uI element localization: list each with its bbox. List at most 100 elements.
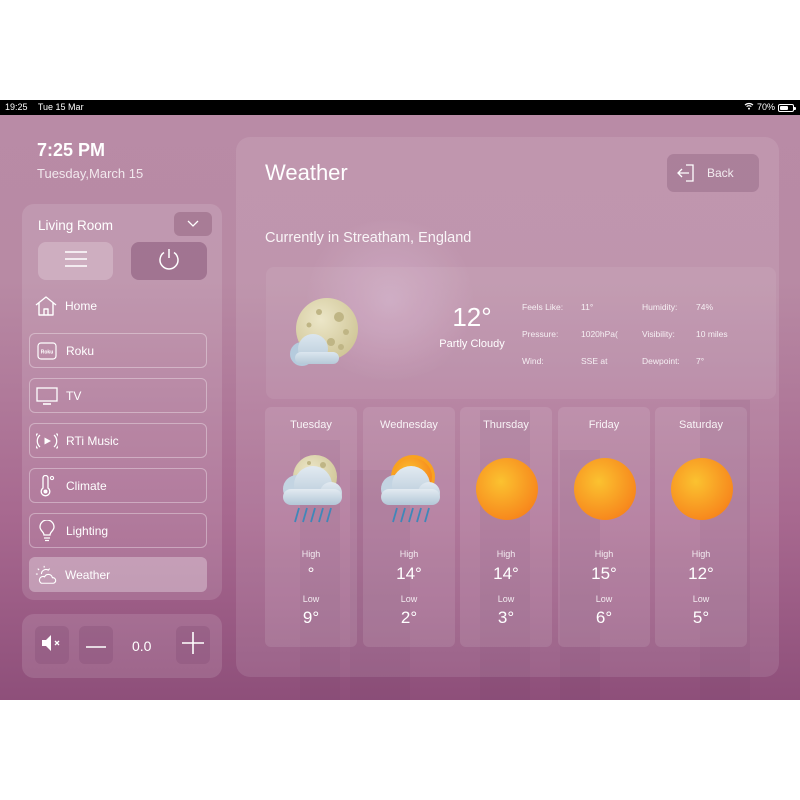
forecast-low-value: 2° [400,608,418,627]
forecast-low-label: Low [400,594,418,604]
nav-item-roku[interactable]: Roku Roku [29,333,207,368]
power-icon [157,247,181,276]
volume-value: 0.0 [132,638,152,654]
nav-item-weather[interactable]: Weather [29,557,207,592]
nav-label: Climate [66,478,107,493]
status-time: 19:25 [5,102,28,112]
detail-label: Wind: [522,356,544,366]
forecast-high-value: ° [307,564,315,583]
forecast-day-name: Thursday [483,419,529,431]
moon-cloud-icon [290,298,358,366]
forecast-day-card: Saturday High 12° Low 5° [655,407,747,647]
chevron-down-icon [187,215,199,233]
nav-label: TV [66,388,82,403]
forecast-high-label: High [399,549,419,559]
nav-label: Home [65,298,98,313]
forecast-low-value: 5° [692,608,710,627]
hamburger-icon [64,250,87,273]
nav-item-home[interactable]: Home [29,288,207,323]
detail-value: 10 miles [696,329,728,339]
detail-label: Feels Like: [522,302,564,312]
room-dropdown-button[interactable] [174,212,212,236]
forecast-low-label: Low [302,594,320,604]
room-name: Living Room [38,218,114,233]
page-title: Weather [265,160,348,185]
current-conditions: 12° Partly Cloudy Feels Like: 11° Humidi… [266,267,776,399]
mute-button[interactable] [35,626,69,664]
exit-arrow-icon [677,164,695,182]
forecast-day-name: Tuesday [290,419,332,431]
battery-fill [780,105,789,110]
forecast-high-value: 15° [591,564,617,583]
forecast-day-card: Thursday High 14° Low 3° [460,407,552,647]
forecast-high-value: 14° [493,564,519,583]
forecast-high-value: 14° [396,564,422,583]
forecast-day-name: Saturday [678,419,724,431]
svg-text:Roku: Roku [41,349,54,355]
forecast-low-label: Low [595,594,613,604]
forecast-low-value: 3° [497,608,515,627]
battery-icon [778,103,796,112]
detail-value: 1020hPa( [581,329,618,339]
app-screen: 19:25 Tue 15 Mar 70% 7:25 PM Tuesday,Mar… [0,100,800,700]
nav-label: Roku [66,343,95,358]
wifi-icon [744,100,754,115]
forecast-day-card: Tuesday High ° Low 9° [265,407,357,647]
weather-icon [35,564,57,586]
detail-value: 7° [696,356,705,366]
volume-up-button[interactable] [176,626,210,664]
roku-icon: Roku [36,340,58,362]
detail-label: Humidity: [642,302,678,312]
status-date: Tue 15 Mar [37,102,84,112]
detail-value: 74% [696,302,714,312]
menu-button[interactable] [38,242,113,280]
weather-panel: Weather Back Currently in Streatham, Eng… [236,137,779,677]
forecast-high-value: 12° [688,564,714,583]
forecast-low-label: Low [692,594,710,604]
back-button[interactable]: Back [667,154,759,192]
minus-icon [86,636,106,654]
mute-icon [41,634,63,657]
detail-value: 11° [581,302,594,312]
status-bar: 19:25 Tue 15 Mar 70% [0,100,800,115]
nav-item-climate[interactable]: Climate [29,468,207,503]
forecast-day-name: Wednesday [380,419,438,431]
music-icon [36,430,58,452]
nav-item-tv[interactable]: TV [29,378,207,413]
detail-value: SSE at [581,356,608,366]
thermometer-icon [36,474,58,497]
forecast-high-label: High [496,549,516,559]
volume-down-button[interactable] [79,626,113,664]
nav-item-rti-music[interactable]: RTi Music [29,423,207,458]
forecast-low-label: Low [497,594,515,604]
detail-label: Pressure: [522,329,559,339]
forecast-high-label: High [594,549,614,559]
detail-label: Visibility: [642,329,675,339]
nav-label: Lighting [66,523,109,538]
nav-label: Weather [65,567,111,582]
tv-icon [36,385,58,407]
lightbulb-icon [36,519,58,542]
plus-icon [182,631,204,659]
clock-date: Tuesday,March 15 [37,166,144,181]
nav-item-lighting[interactable]: Lighting [29,513,207,548]
power-button[interactable] [131,242,207,280]
forecast-low-value: 9° [302,608,320,627]
location-text: Currently in Streatham, England [265,230,472,246]
battery-percent: 70% [756,102,775,112]
detail-label: Dewpoint: [642,356,680,366]
forecast-day-name: Friday [588,419,620,431]
nav-label: RTi Music [66,433,119,448]
forecast-high-label: High [301,549,321,559]
current-temperature: 12° [452,302,492,332]
current-condition: Partly Cloudy [439,338,505,350]
forecast-low-value: 6° [595,608,613,627]
volume-panel: 0.0 [22,614,222,678]
forecast-day-card: Wednesday High 14° Low 2° [363,407,455,647]
home-icon [35,295,57,317]
room-panel: Living Room Home Roku Roku TV RTi Music [22,204,222,600]
forecast-day-card: Friday High 15° Low 6° [558,407,650,647]
clock-time: 7:25 PM [37,140,106,160]
back-label: Back [707,166,734,180]
forecast-high-label: High [691,549,711,559]
